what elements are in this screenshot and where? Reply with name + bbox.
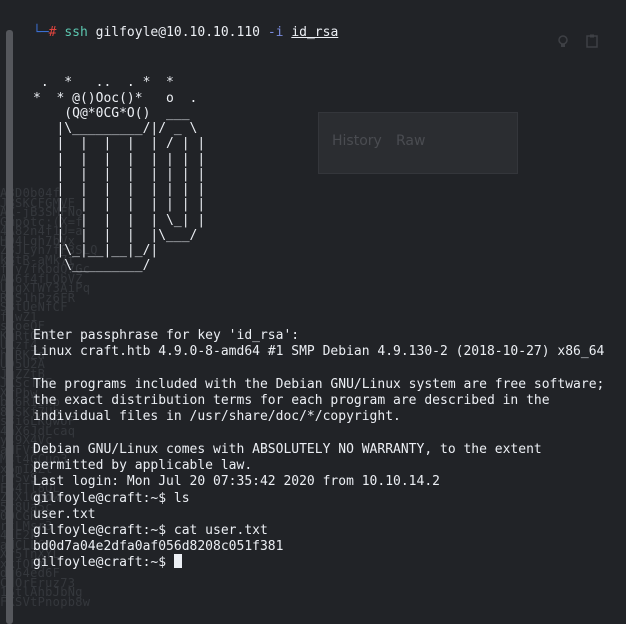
final-prompt-line: gilfoyle@craft:~$: [33, 554, 182, 571]
banner-art-line: (Q@*0CG*O() ___: [33, 105, 190, 121]
text-cursor: [173, 554, 182, 568]
banner-art-line: . * .. . * *: [33, 75, 174, 91]
banner-art-line: | | | | |\___/: [33, 227, 198, 243]
command-keyfile: id_rsa: [291, 25, 339, 40]
output-line: user.txt: [33, 506, 96, 522]
output-line: individual files in /usr/share/doc/*/cop…: [33, 409, 401, 425]
output-line: Enter passphrase for key 'id_rsa':: [33, 328, 300, 343]
scrollbar-thumb[interactable]: [6, 30, 13, 624]
banner-art-line: * * @()Ooc()* o .: [33, 90, 198, 106]
banner-art-line: | | | | | | | |: [33, 197, 206, 213]
output-line: permitted by applicable law.: [33, 458, 253, 473]
banner-art-line: | | | | | | | |: [33, 151, 206, 167]
command-target: gilfoyle@10.10.10.110: [95, 25, 260, 40]
output-line: Linux craft.htb 4.9.0-8-amd64 #1 SMP Deb…: [33, 344, 605, 360]
banner-art-line: | | | | | \_| |: [33, 212, 206, 228]
banner-art-line: |\_________/|/ _ \: [33, 121, 198, 136]
output-line: gilfoyle@craft:~$ cat user.txt: [33, 523, 268, 538]
banner-art-line: | | | | | / | |: [33, 136, 206, 152]
output-line: Debian GNU/Linux comes with ABSOLUTELY N…: [33, 441, 542, 457]
scrollbar[interactable]: [6, 30, 13, 624]
command-flag: -i: [267, 25, 284, 40]
output-line: gilfoyle@craft:~$ ls: [33, 490, 190, 506]
banner-art-line: \_________/: [33, 258, 151, 274]
final-prompt: gilfoyle@craft:~$: [33, 555, 174, 570]
prompt-corner: └─: [33, 25, 49, 40]
command-name: ssh: [64, 25, 88, 40]
output-line: the exact distribution terms for each pr…: [33, 393, 550, 408]
banner-art-line: | | | | | | | |: [33, 182, 206, 197]
terminal-output[interactable]: └─# ssh gilfoyle@10.10.10.110 -i id_rsa …: [33, 0, 626, 624]
command-line: └─# ssh gilfoyle@10.10.10.110 -i id_rsa: [33, 25, 338, 41]
output-line: The programs included with the Debian GN…: [33, 376, 605, 392]
output-line: Last login: Mon Jul 20 07:35:42 2020 fro…: [33, 474, 440, 490]
prompt-hash: #: [48, 25, 57, 40]
banner-art-line: | | | | | | | |: [33, 166, 206, 182]
banner-art-line: |\_|__|__|_/|: [33, 243, 159, 258]
